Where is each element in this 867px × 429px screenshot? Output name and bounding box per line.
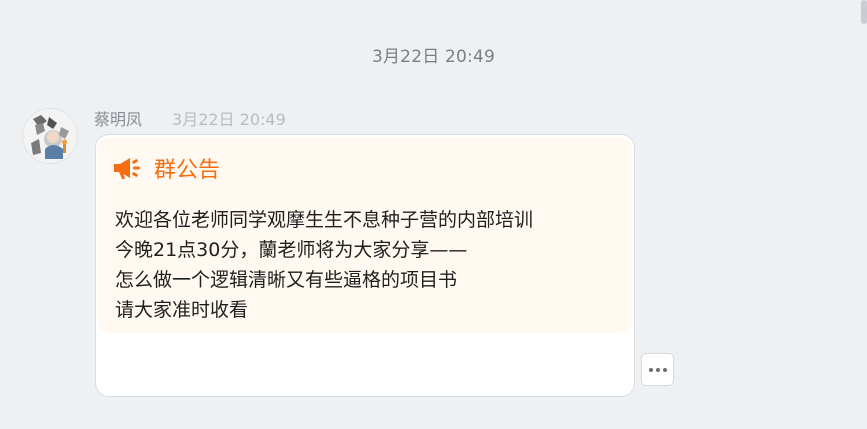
avatar-image [23,109,77,163]
sender-row: 蔡明凤 3月22日 20:49 [94,106,286,130]
announcement-body: 欢迎各位老师同学观摩生生不息种子营的内部培训 今晚21点30分，蘭老师将为大家分… [115,205,533,325]
chat-area: 3月22日 20:49 蔡明凤 3月22日 20:49 群公告 欢迎各位老师同学… [0,0,867,429]
announcement-card: 群公告 欢迎各位老师同学观摩生生不息种子营的内部培训 今晚21点30分，蘭老师将… [98,137,632,333]
megaphone-icon [114,158,140,179]
time-divider: 3月22日 20:49 [371,47,496,67]
announcement-line: 欢迎各位老师同学观摩生生不息种子营的内部培训 [115,209,534,231]
announcement-line: 今晚21点30分，蘭老师将为大家分享—— [115,239,468,261]
announcement-line: 怎么做一个逻辑清晰又有些逼格的项目书 [115,269,458,291]
more-dots-icon [648,367,667,372]
sender-name[interactable]: 蔡明凤 [94,110,142,129]
announcement-title: 群公告 [154,158,221,183]
message-timestamp: 3月22日 20:49 [172,110,286,129]
scrollbar[interactable] [861,0,867,24]
announcement-line: 请大家准时收看 [115,299,249,321]
more-options-button[interactable] [641,353,674,386]
announcement-header: 群公告 [112,153,220,183]
avatar[interactable] [22,108,78,164]
announcement-bubble[interactable]: 群公告 欢迎各位老师同学观摩生生不息种子营的内部培训 今晚21点30分，蘭老师将… [95,134,635,397]
